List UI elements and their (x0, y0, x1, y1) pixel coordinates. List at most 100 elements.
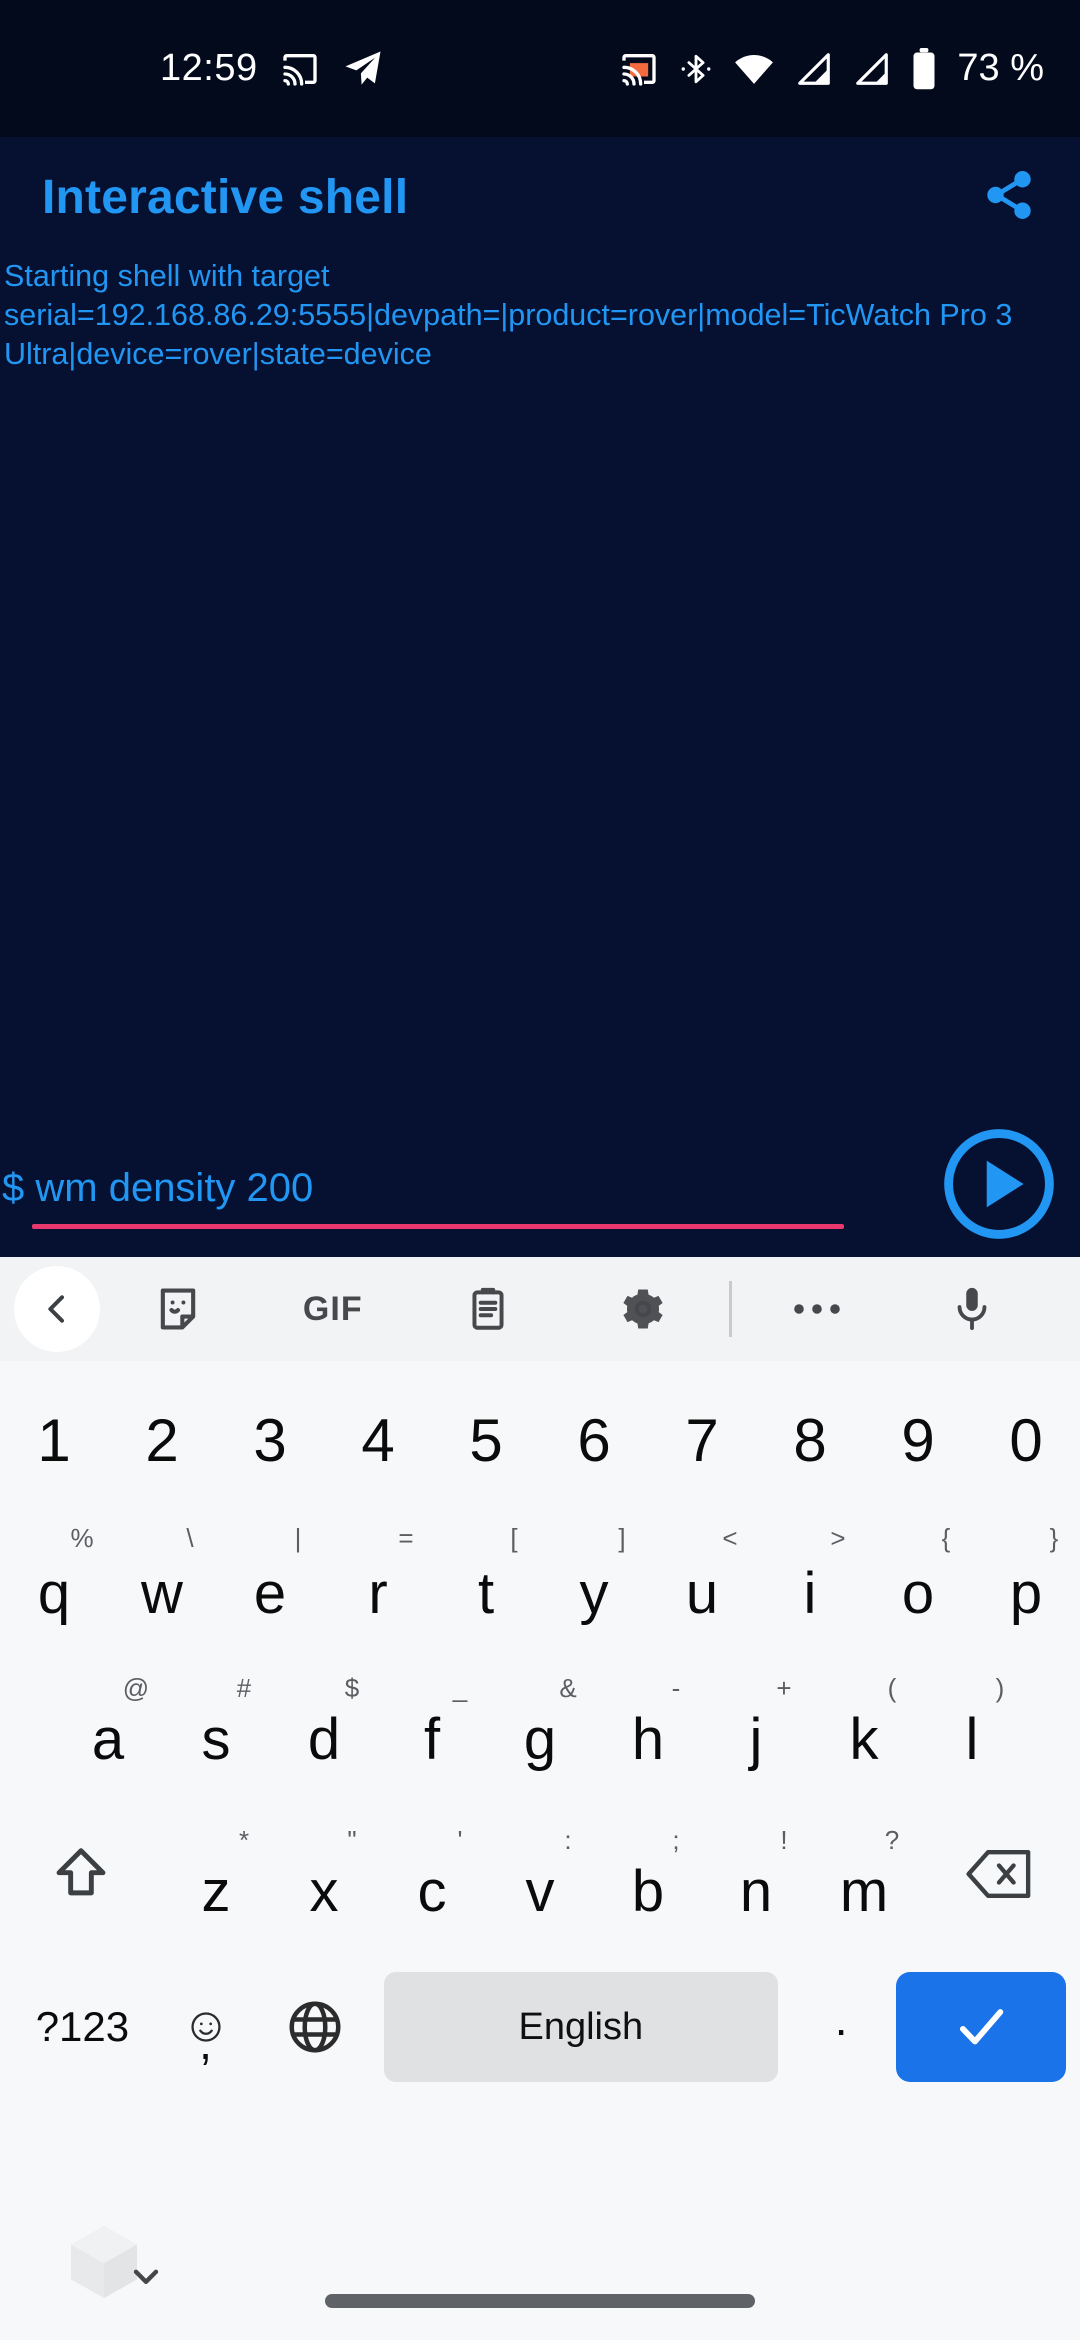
gif-button[interactable]: GIF (255, 1290, 410, 1329)
command-input-value: wm density 200 (35, 1166, 314, 1210)
key-s[interactable]: # s (162, 1649, 270, 1799)
period-key[interactable]: . (792, 1993, 891, 2054)
key-3[interactable]: 3 (216, 1375, 324, 1503)
interactive-shell-app: Interactive shell Starting shell with ta… (0, 137, 1080, 1257)
key-f[interactable]: _ f (378, 1649, 486, 1799)
more-options-button[interactable] (740, 1299, 895, 1319)
key-u[interactable]: < u (648, 1503, 756, 1649)
key-z[interactable]: * z (162, 1799, 270, 1949)
shift-key[interactable] (0, 1799, 162, 1949)
send-button[interactable] (936, 1121, 1062, 1247)
key-1[interactable]: 1 (0, 1375, 108, 1503)
space-key[interactable]: English (383, 1972, 778, 2082)
key-sup-label: ' (457, 1825, 463, 1855)
key-8[interactable]: 8 (756, 1375, 864, 1503)
share-button[interactable] (982, 168, 1036, 227)
symbols-key[interactable]: ?123 (14, 2003, 151, 2051)
status-bar-right: 73 % (619, 47, 1044, 90)
key-sup-label: ( (887, 1673, 897, 1703)
signal-2-icon (853, 50, 891, 88)
microphone-icon (949, 1282, 995, 1336)
comma-key-label: , (199, 2017, 212, 2069)
back-chevron-button[interactable] (14, 1266, 100, 1352)
key-label: y (579, 1561, 609, 1626)
key-label: c (417, 1859, 447, 1924)
space-key-label: English (518, 2005, 644, 2048)
key-c[interactable]: ' c (378, 1799, 486, 1949)
home-gesture-pill[interactable] (325, 2294, 755, 2308)
key-label: f (423, 1707, 441, 1772)
key-o[interactable]: {o (864, 1503, 972, 1649)
key-b[interactable]: ; b (594, 1799, 702, 1949)
key-label: t (477, 1561, 495, 1626)
key-y[interactable]: ] y (540, 1503, 648, 1649)
key-d[interactable]: $ d (270, 1649, 378, 1799)
key-sup-label: ? (884, 1825, 900, 1855)
key-sup-label: ) (995, 1673, 1005, 1703)
key-sup-label: < (722, 1523, 738, 1553)
key-m[interactable]: ? m (810, 1799, 918, 1949)
keyboard-toolbar: GIF (0, 1257, 1080, 1361)
key-i[interactable]: > i (756, 1503, 864, 1649)
key-sup-label: - (671, 1673, 681, 1703)
cast-icon (280, 49, 320, 89)
key-4[interactable]: 4 (324, 1375, 432, 1503)
backspace-key[interactable] (918, 1799, 1080, 1949)
key-sup-label: > (830, 1523, 846, 1553)
key-x[interactable]: " x (270, 1799, 378, 1949)
bluetooth-icon (679, 49, 713, 89)
enter-key[interactable] (896, 1972, 1067, 2082)
command-input[interactable]: $ wm density 200 (2, 1166, 930, 1224)
command-input-wrap[interactable]: $ wm density 200 (2, 1166, 930, 1229)
keyboard-settings-button[interactable] (566, 1283, 721, 1335)
key-6[interactable]: 6 (540, 1375, 648, 1503)
ime-switcher-button[interactable] (56, 2214, 166, 2310)
status-bar-left: 12:59 (160, 47, 384, 90)
key-label: 2 (145, 1407, 179, 1474)
battery-icon (911, 47, 937, 90)
key-sup-label: } (1049, 1523, 1059, 1553)
key-2[interactable]: 2 (108, 1375, 216, 1503)
key-sup-label: : (564, 1825, 572, 1855)
comma-key[interactable]: , (151, 2000, 260, 2069)
key-sup-label: _ (452, 1673, 468, 1703)
key-g[interactable]: & g (486, 1649, 594, 1799)
key-label: b (631, 1859, 665, 1924)
key-label: r (368, 1561, 388, 1626)
key-0[interactable]: 0 (972, 1375, 1080, 1503)
key-label: x (309, 1859, 339, 1924)
key-a[interactable]: @ a (54, 1649, 162, 1799)
key-p[interactable]: } p (972, 1503, 1080, 1649)
period-key-label: . (834, 1993, 848, 2045)
keyboard-row-bottom: ?123 , English . (0, 1949, 1080, 2105)
back-chevron-icon (37, 1289, 77, 1329)
key-j[interactable]: + j (702, 1649, 810, 1799)
telegram-icon (342, 48, 384, 90)
key-r[interactable]: = r (324, 1503, 432, 1649)
key-n[interactable]: ! n (702, 1799, 810, 1949)
key-v[interactable]: :v (486, 1799, 594, 1949)
key-7[interactable]: 7 (648, 1375, 756, 1503)
key-h[interactable]: -h (594, 1649, 702, 1799)
key-9[interactable]: 9 (864, 1375, 972, 1503)
battery-percent: 73 % (957, 47, 1044, 89)
key-l[interactable]: ) l (918, 1649, 1026, 1799)
sticker-button[interactable] (100, 1283, 255, 1335)
key-w[interactable]: \ w (108, 1503, 216, 1649)
row-spacer-right (1026, 1649, 1080, 1799)
keyboard-rows: 1 2 3 4 5 6 7 8 9 0 % q \ w | e = r [t ] y < u… (0, 1361, 1080, 2105)
clipboard-button[interactable] (410, 1284, 565, 1334)
key-label: j (749, 1707, 763, 1772)
key-q[interactable]: % q (0, 1503, 108, 1649)
more-dots-icon (791, 1299, 843, 1319)
language-switch-key[interactable] (260, 1997, 369, 2057)
key-label: m (839, 1859, 889, 1924)
key-label: s (201, 1707, 231, 1772)
key-e[interactable]: | e (216, 1503, 324, 1649)
voice-input-button[interactable] (895, 1282, 1050, 1336)
key-5[interactable]: 5 (432, 1375, 540, 1503)
key-sup-label: & (559, 1673, 577, 1703)
key-k[interactable]: (k (810, 1649, 918, 1799)
key-t[interactable]: [t (432, 1503, 540, 1649)
key-sup-label: @ (122, 1673, 150, 1703)
